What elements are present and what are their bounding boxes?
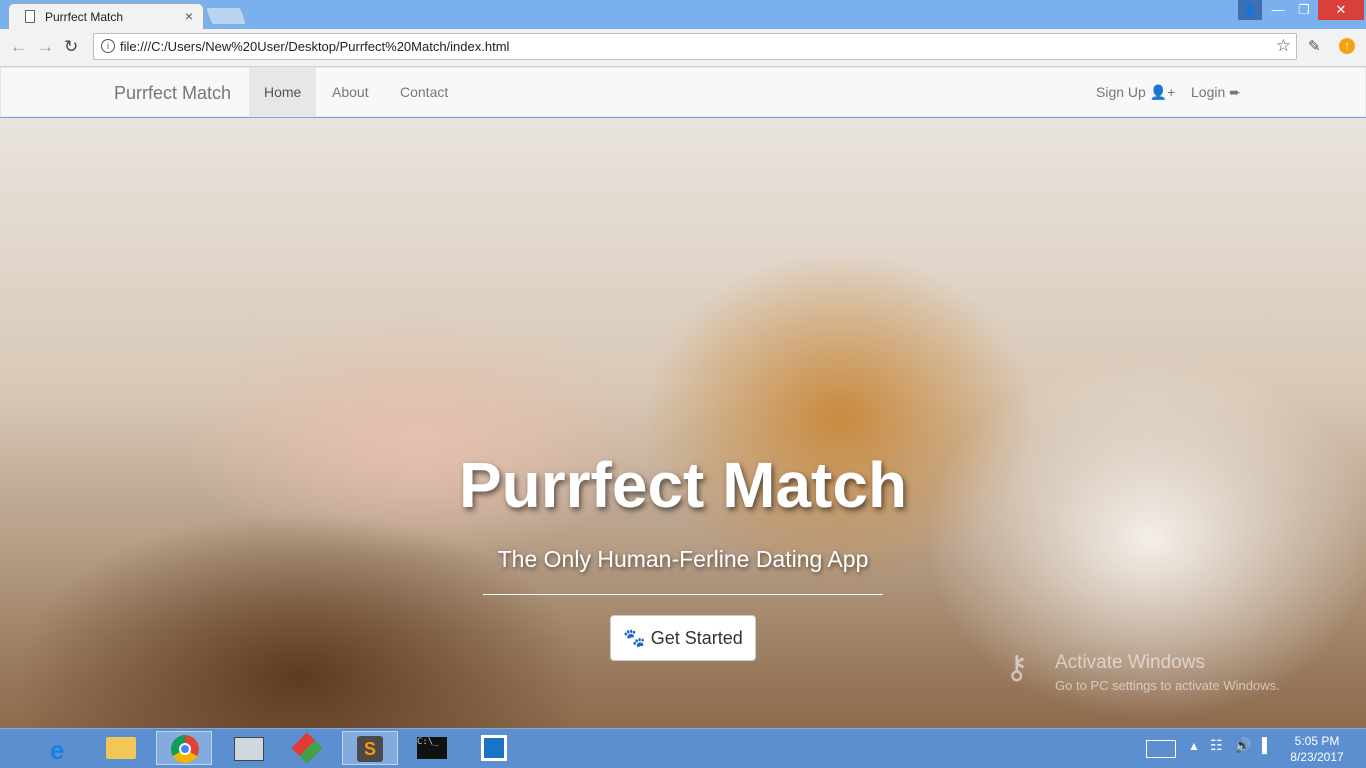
keyboard-icon[interactable]	[1146, 740, 1176, 758]
watermark-title: Activate Windows	[1055, 652, 1205, 673]
site-navbar: Purrfect Match Home About Contact Sign U…	[0, 67, 1366, 117]
back-icon[interactable]: ←	[10, 37, 27, 57]
taskbar: e S C:\_ ▲ ☷ 🔊 ▐ 5:05 PM 8/23/2017	[0, 728, 1366, 768]
volume-icon[interactable]: 🔊	[1234, 737, 1251, 754]
navbar-brand[interactable]: Purrfect Match	[114, 83, 231, 104]
new-tab-button[interactable]	[204, 7, 248, 25]
maximize-button[interactable]: ❐	[1292, 0, 1316, 20]
app-icon[interactable]	[280, 731, 336, 765]
nav-signup[interactable]: Sign Up 👤+	[1081, 68, 1190, 117]
network-icon[interactable]: ☷	[1210, 737, 1223, 754]
hero-section: Purrfect Match The Only Human-Ferline Da…	[0, 118, 1366, 728]
nav-contact[interactable]: Contact	[385, 68, 463, 117]
close-button[interactable]: ✕	[1318, 0, 1364, 20]
nav-about[interactable]: About	[317, 68, 384, 117]
chrome-icon[interactable]	[156, 731, 212, 765]
get-started-button[interactable]: 🐾 Get Started	[610, 615, 756, 661]
signal-icon[interactable]: ▐	[1257, 737, 1267, 753]
user-icon[interactable]: 👤	[1238, 0, 1262, 20]
reload-icon[interactable]: ↻	[64, 37, 78, 57]
clock-date: 8/23/2017	[1290, 750, 1344, 764]
watermark-subtitle: Go to PC settings to activate Windows.	[1055, 678, 1280, 693]
hero-divider	[483, 594, 883, 595]
clock-time: 5:05 PM	[1294, 734, 1340, 748]
minimize-button[interactable]: —	[1266, 0, 1290, 20]
hero-title: Purrfect Match	[458, 449, 908, 521]
document-icon	[25, 10, 35, 23]
show-hidden-icons-icon[interactable]: ▲	[1188, 739, 1200, 753]
browser-toolbar: ← → ↻ i file:///C:/Users/New%20User/Desk…	[0, 29, 1366, 67]
key-icon: ⚷	[1005, 649, 1029, 685]
system-clock[interactable]: 5:05 PM 8/23/2017	[1282, 733, 1352, 765]
user-plus-icon: 👤+	[1149, 84, 1176, 100]
forward-icon[interactable]: →	[37, 37, 54, 57]
internet-explorer-icon[interactable]: e	[36, 731, 92, 765]
file-explorer-icon[interactable]	[94, 731, 150, 765]
login-label: Login	[1191, 84, 1226, 100]
app-icon[interactable]	[220, 731, 276, 765]
nav-login[interactable]: Login ➨	[1176, 68, 1256, 117]
sign-in-icon: ➨	[1229, 84, 1241, 100]
tab-strip: Purrfect Match × 👤 — ❐ ✕	[0, 0, 1366, 29]
hero-subtitle: The Only Human-Ferline Dating App	[497, 546, 869, 572]
browser-tab[interactable]: Purrfect Match ×	[8, 3, 204, 29]
eyedropper-icon[interactable]: ✎	[1308, 37, 1321, 55]
sublime-text-icon[interactable]: S	[342, 731, 398, 765]
get-started-label: Get Started	[650, 628, 743, 648]
command-prompt-icon[interactable]: C:\_	[404, 731, 460, 765]
nav-home[interactable]: Home	[249, 68, 317, 117]
update-icon[interactable]: ↑	[1339, 38, 1355, 54]
brackets-icon[interactable]	[466, 731, 522, 765]
address-bar[interactable]: i file:///C:/Users/New%20User/Desktop/Pu…	[93, 33, 1297, 60]
signup-label: Sign Up	[1096, 84, 1146, 100]
url-text[interactable]: file:///C:/Users/New%20User/Desktop/Purr…	[120, 39, 509, 54]
tab-title: Purrfect Match	[45, 10, 124, 24]
bookmark-star-icon[interactable]: ☆	[1276, 36, 1291, 56]
paw-icon: 🐾	[623, 628, 646, 648]
info-icon[interactable]: i	[101, 39, 115, 53]
tab-close-icon[interactable]: ×	[185, 8, 193, 24]
